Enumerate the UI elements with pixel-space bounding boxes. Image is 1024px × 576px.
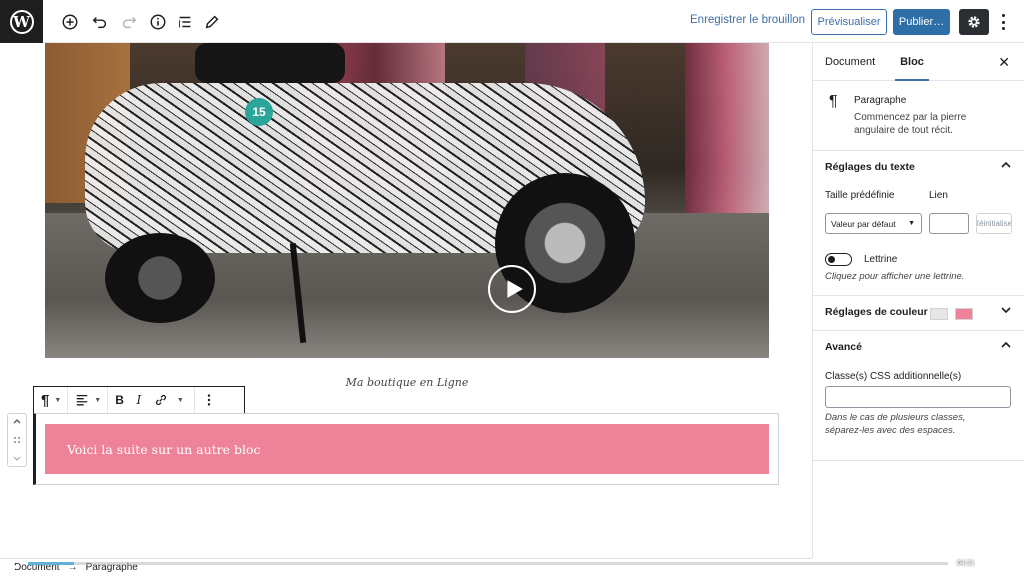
- chevron-down-icon: ▼: [54, 396, 62, 404]
- settings-sidebar: Document Bloc ✕ ¶ Paragraphe Commencez p…: [812, 43, 1024, 558]
- paragraph-icon: ¶: [41, 391, 50, 409]
- editor-canvas: 15 Ma boutique en Ligne ¶ ▼ ▼ B I ▼ Voic…: [0, 43, 812, 558]
- italic-button[interactable]: I: [127, 387, 151, 413]
- scooter-seat: [195, 43, 345, 83]
- align-dropdown[interactable]: ▼: [68, 387, 109, 413]
- advanced-panel: Avancé Classe(s) CSS additionnelle(s) Da…: [813, 331, 1024, 461]
- text-settings-panel: Réglages du texte Taille prédéfinie Lien…: [813, 151, 1024, 296]
- align-left-icon: [72, 387, 92, 413]
- player-time: 04:21: [957, 560, 975, 567]
- gear-icon: [968, 16, 980, 28]
- breadcrumb-item-document[interactable]: Document: [14, 562, 60, 573]
- chevron-up-icon[interactable]: [1000, 339, 1012, 351]
- block-breadcrumb: Document → Paragraphe: [0, 558, 812, 576]
- custom-font-size-input[interactable]: [929, 213, 969, 234]
- bold-button[interactable]: B: [112, 387, 127, 413]
- publish-button[interactable]: Publier…: [893, 9, 950, 35]
- block-card-title: Paragraphe: [854, 95, 907, 106]
- close-icon[interactable]: ✕: [998, 54, 1010, 71]
- block-navigation-icon[interactable]: [174, 11, 196, 33]
- redo-icon[interactable]: [118, 11, 140, 33]
- chevron-down-icon: ▼: [908, 220, 915, 227]
- edit-pencil-icon[interactable]: [201, 11, 223, 33]
- toggle-knob: [828, 256, 835, 263]
- move-up-icon[interactable]: [12, 416, 22, 426]
- background-color-swatch: [955, 308, 973, 320]
- drop-cap-hint: Cliquez pour afficher une lettrine.: [825, 271, 965, 282]
- link-icon[interactable]: [151, 387, 171, 413]
- reset-button[interactable]: Réinitialiser: [976, 213, 1012, 234]
- player-play-icon[interactable]: [10, 562, 18, 572]
- breadcrumb-item-paragraph[interactable]: Paragraphe: [86, 562, 138, 573]
- info-icon[interactable]: [147, 11, 169, 33]
- breadcrumb-separator: →: [67, 562, 78, 573]
- chevron-down-icon: ▼: [94, 396, 102, 404]
- css-class-input[interactable]: [825, 386, 1011, 408]
- drop-cap-label: Lettrine: [864, 254, 898, 265]
- save-draft-button[interactable]: Enregistrer le brouillon: [690, 14, 805, 26]
- paragraph-text[interactable]: Voici la suite sur un autre bloc: [67, 442, 261, 457]
- add-block-icon[interactable]: [59, 11, 81, 33]
- settings-button[interactable]: [959, 9, 989, 35]
- paragraph-block[interactable]: Voici la suite sur un autre bloc: [45, 424, 769, 474]
- fullscreen-icon[interactable]: [1002, 561, 1012, 571]
- undo-icon[interactable]: [89, 11, 111, 33]
- text-color-swatch: [930, 308, 948, 320]
- video-block[interactable]: 15: [45, 43, 769, 358]
- panel-title[interactable]: Réglages de couleur: [825, 306, 928, 318]
- font-size-select[interactable]: Valeur par défaut ▼: [825, 213, 922, 234]
- tab-document[interactable]: Document: [825, 43, 875, 81]
- block-more-options-icon[interactable]: [195, 387, 223, 413]
- video-play-button[interactable]: [488, 265, 536, 313]
- font-size-select-value: Valeur par défaut: [831, 218, 896, 229]
- custom-size-label: Lien: [929, 190, 948, 201]
- format-group: B I ▼: [108, 387, 195, 413]
- scooter-rear-wheel: [105, 233, 215, 323]
- more-options-icon[interactable]: [996, 12, 1010, 32]
- play-icon: [507, 280, 523, 298]
- panel-title[interactable]: Réglages du texte: [825, 161, 915, 173]
- block-mover: [7, 413, 27, 467]
- preview-button[interactable]: Prévisualiser: [811, 9, 887, 35]
- css-class-hint: Dans le cas de plusieurs classes, sépare…: [825, 412, 966, 436]
- vertical-dots-icon: [199, 387, 219, 413]
- move-down-icon[interactable]: [12, 454, 22, 464]
- block-toolbar: ¶ ▼ ▼ B I ▼: [33, 386, 245, 414]
- block-card-description: Commencez par la pierre angulaire de tou…: [854, 112, 967, 136]
- block-card: ¶ Paragraphe Commencez par la pierre ang…: [813, 81, 1024, 151]
- panel-title[interactable]: Avancé: [825, 341, 862, 353]
- drag-handle-icon[interactable]: [12, 435, 22, 445]
- chevron-up-icon[interactable]: [1000, 159, 1012, 171]
- wordpress-logo-icon[interactable]: W: [0, 0, 43, 43]
- volume-icon[interactable]: [983, 561, 993, 571]
- font-size-label: Taille prédéfinie: [825, 190, 895, 201]
- block-type-switcher[interactable]: ¶ ▼: [34, 387, 69, 413]
- tab-block[interactable]: Bloc: [895, 43, 929, 81]
- editor-header: W Enregistrer le brouillon Prévisualiser…: [0, 0, 1024, 43]
- drop-cap-toggle[interactable]: [825, 253, 852, 266]
- wordpress-logo-glyph: W: [9, 9, 34, 34]
- color-settings-panel[interactable]: Réglages de couleur: [813, 296, 1024, 331]
- scooter-number-badge: 15: [245, 98, 273, 126]
- paragraph-icon: ¶: [829, 93, 838, 110]
- more-formats-chevron-icon[interactable]: ▼: [171, 397, 190, 404]
- css-class-label: Classe(s) CSS additionnelle(s): [825, 371, 962, 382]
- sidebar-tabs: Document Bloc ✕: [813, 43, 1024, 81]
- chevron-down-icon[interactable]: [1000, 304, 1012, 316]
